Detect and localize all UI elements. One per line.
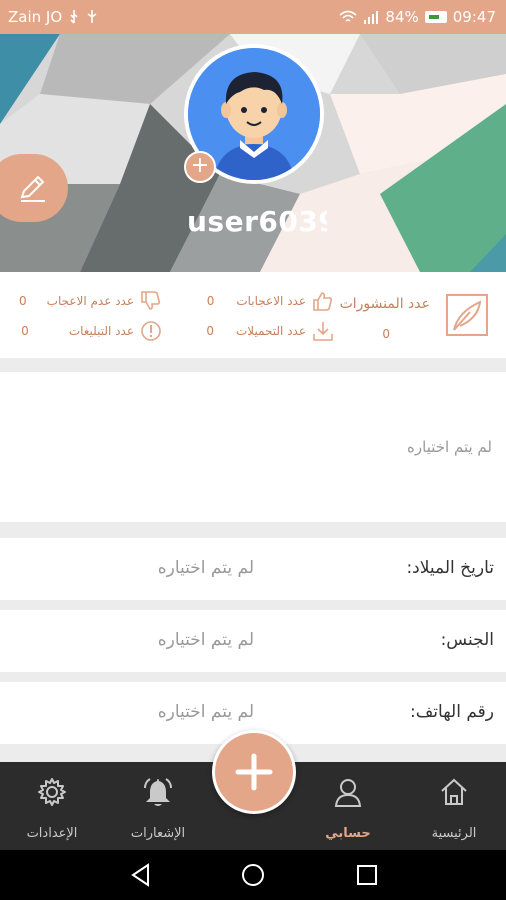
nav-account-label: حسابي — [325, 826, 371, 841]
dislikes-count: 0 — [19, 294, 27, 308]
posts-count-label: عدد المنشورات — [339, 296, 430, 312]
likes-stat: عدد الاعجابات 0 — [207, 290, 334, 312]
download-icon — [313, 322, 333, 341]
add-post-button[interactable] — [212, 730, 296, 814]
dislikes-label: عدد عدم الاعجاب — [46, 294, 134, 308]
phone-value: لم يتم اختياره — [157, 702, 254, 722]
user-icon — [334, 779, 362, 807]
birthdate-value: لم يتم اختياره — [157, 558, 254, 578]
profile-header: + user6039 — [0, 34, 506, 272]
usb-debug-icon — [87, 10, 97, 23]
plus-icon: + — [190, 153, 210, 178]
nav-notifications-label: الإشعارات — [130, 826, 186, 841]
gear-icon — [38, 778, 66, 806]
gender-row[interactable]: الجنس: لم يتم اختياره — [0, 610, 506, 672]
gender-label: الجنس: — [440, 630, 494, 650]
recents-icon[interactable] — [354, 862, 380, 888]
nav-settings-label: الإعدادات — [26, 826, 78, 841]
reports-stat: عدد التبليغات 0 — [21, 320, 162, 342]
thumbs-up-icon — [313, 292, 333, 311]
reports-label: عدد التبليغات — [68, 324, 134, 338]
wifi-icon — [339, 10, 357, 22]
username: user6039 — [187, 205, 327, 238]
downloads-stat: عدد التحميلات 0 — [206, 320, 334, 342]
nav-settings[interactable]: الإعدادات — [2, 762, 102, 850]
thumbs-down-icon — [141, 291, 161, 310]
downloads-count: 0 — [206, 324, 214, 338]
reports-count: 0 — [21, 324, 29, 338]
stats-card: عدد المنشورات 0 عدد الاعجابات 0 عدد التح… — [0, 272, 506, 358]
gender-value: لم يتم اختياره — [157, 630, 254, 650]
phone-label: رقم الهاتف: — [409, 702, 494, 722]
nav-home[interactable]: الرئيسية — [404, 762, 504, 850]
system-nav-bar — [0, 850, 506, 900]
bell-icon — [144, 778, 172, 806]
home-icon — [441, 778, 467, 805]
downloads-label: عدد التحميلات — [236, 324, 306, 338]
back-icon[interactable] — [128, 862, 154, 888]
bio-value: لم يتم اختياره — [407, 438, 492, 456]
clock: 09:47 — [452, 8, 496, 26]
bio-card[interactable]: لم يتم اختياره — [0, 372, 506, 522]
plus-icon — [235, 753, 273, 791]
alert-icon — [141, 321, 161, 341]
birthdate-label: تاريخ الميلاد: — [406, 558, 494, 578]
likes-label: عدد الاعجابات — [236, 294, 306, 308]
home-circle-icon[interactable] — [240, 862, 266, 888]
app-root: Zain JO 84% 09:47 + user6039 عدد المنشور… — [0, 0, 506, 900]
add-photo-button[interactable]: + — [184, 151, 216, 183]
carrier-label: Zain JO — [8, 8, 63, 26]
nav-notifications[interactable]: الإشعارات — [108, 762, 208, 850]
nav-account[interactable]: حسابي — [298, 762, 398, 850]
signal-icon — [364, 11, 379, 24]
battery-icon — [424, 11, 447, 23]
usb-icon — [70, 10, 78, 24]
feather-icon — [446, 294, 488, 336]
edit-profile-button[interactable] — [0, 154, 68, 222]
likes-count: 0 — [206, 294, 215, 308]
posts-count-value: 0 — [382, 327, 390, 341]
status-bar: Zain JO 84% 09:47 — [0, 0, 506, 34]
birthdate-row[interactable]: تاريخ الميلاد: لم يتم اختياره — [0, 538, 506, 600]
nav-home-label: الرئيسية — [431, 826, 477, 841]
pencil-icon — [20, 175, 45, 202]
battery-percent: 84% — [385, 8, 419, 26]
dislikes-stat: عدد عدم الاعجاب 0 — [19, 290, 162, 312]
